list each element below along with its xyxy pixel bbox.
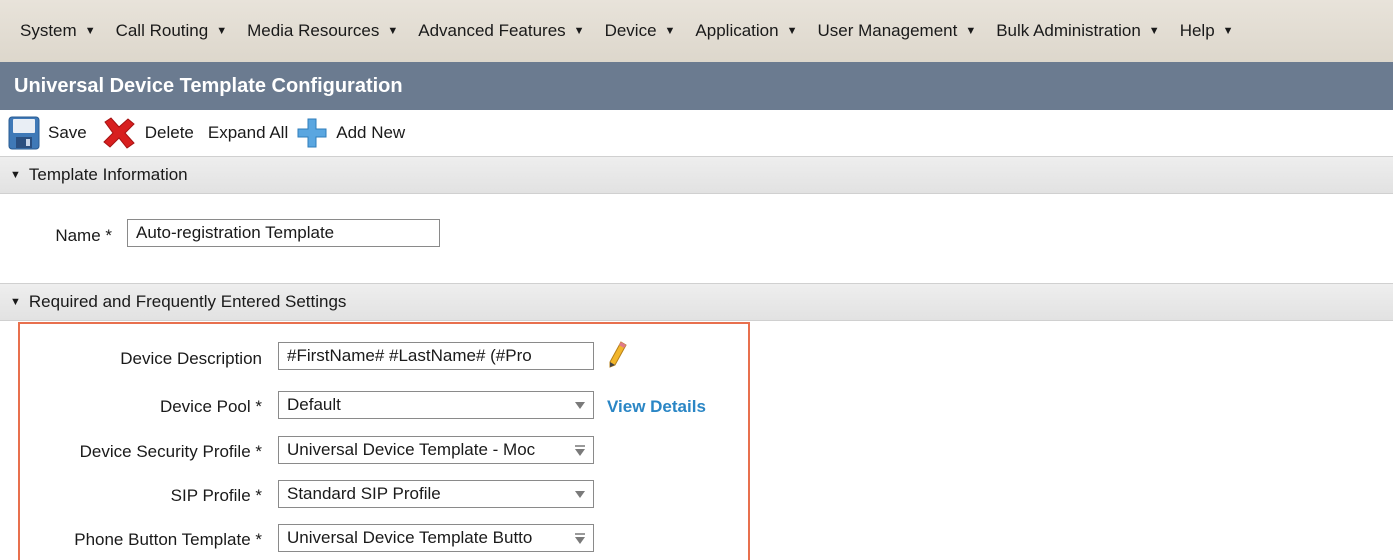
caret-down-icon: ▼	[84, 25, 96, 37]
sip-profile-select[interactable]: Standard SIP Profile	[278, 480, 594, 508]
device-pool-label: Device Pool *	[159, 397, 262, 416]
plus-icon	[297, 118, 327, 148]
dropdown-arrow-icon	[575, 533, 585, 544]
caret-down-icon: ▼	[664, 25, 676, 37]
menu-application[interactable]: Application ▼	[685, 0, 807, 62]
menu-label: User Management	[817, 21, 958, 40]
section-template-information[interactable]: ▼ Template Information	[0, 156, 1393, 194]
sip-profile-label: SIP Profile *	[170, 486, 262, 505]
save-button[interactable]: Save	[0, 116, 87, 150]
menu-label: Call Routing	[115, 21, 209, 40]
device-pool-value: Default	[287, 395, 341, 414]
device-security-profile-select[interactable]: Universal Device Template - Moc	[278, 436, 594, 464]
phone-button-template-label: Phone Button Template *	[74, 530, 262, 549]
expand-all-button[interactable]: Expand All	[208, 123, 288, 143]
top-menu-bar: System ▼ Call Routing ▼ Media Resources ▼ A…	[0, 0, 1393, 63]
menu-label: System	[20, 21, 77, 40]
menu-user-management[interactable]: User Management ▼	[807, 0, 986, 62]
menu-label: Application	[695, 21, 779, 40]
page-title: Universal Device Template Configuration	[14, 74, 403, 97]
delete-x-icon	[103, 117, 135, 149]
section-required-settings[interactable]: ▼ Required and Frequently Entered Settin…	[0, 283, 1393, 321]
dropdown-arrow-icon	[575, 402, 585, 409]
caret-down-icon: ▼	[786, 25, 798, 37]
section-title: Required and Frequently Entered Settings	[28, 292, 347, 311]
add-new-button[interactable]: Add New	[296, 117, 405, 149]
expand-all-label: Expand All	[207, 123, 289, 142]
menu-media-resources[interactable]: Media Resources ▼	[237, 0, 408, 62]
device-pool-select[interactable]: Default	[278, 391, 594, 419]
caret-down-icon: ▼	[10, 296, 21, 308]
name-label: Name *	[55, 226, 112, 245]
device-description-input[interactable]	[278, 342, 594, 370]
menu-label: Help	[1179, 21, 1215, 40]
caret-down-icon: ▼	[1148, 25, 1160, 37]
menu-system[interactable]: System ▼	[0, 0, 106, 62]
delete-label: Delete	[144, 123, 194, 142]
menu-label: Device	[604, 21, 657, 40]
device-description-label: Device Description	[120, 349, 262, 368]
menu-device[interactable]: Device ▼	[595, 0, 686, 62]
pencil-icon[interactable]	[606, 340, 628, 370]
sip-profile-value: Standard SIP Profile	[287, 484, 441, 503]
menu-label: Bulk Administration	[996, 21, 1141, 40]
phone-button-template-select[interactable]: Universal Device Template Butto	[278, 524, 594, 552]
menu-help[interactable]: Help ▼	[1170, 0, 1244, 62]
menu-label: Media Resources	[247, 21, 380, 40]
device-security-profile-label: Device Security Profile *	[79, 442, 262, 461]
save-icon	[8, 116, 40, 150]
caret-down-icon: ▼	[10, 169, 21, 181]
page-title-bar: Universal Device Template Configuration	[0, 62, 1393, 110]
view-details-link[interactable]: View Details	[607, 397, 706, 417]
section-title: Template Information	[28, 165, 188, 184]
menu-bulk-administration[interactable]: Bulk Administration ▼	[986, 0, 1169, 62]
name-input[interactable]	[127, 219, 440, 247]
toolbar: Save Delete Expand All Add New	[0, 110, 1393, 156]
device-security-profile-value: Universal Device Template - Moc	[287, 440, 536, 459]
caret-down-icon: ▼	[573, 25, 585, 37]
dropdown-arrow-icon	[575, 445, 585, 456]
caret-down-icon: ▼	[965, 25, 977, 37]
caret-down-icon: ▼	[1222, 25, 1234, 37]
menu-label: Advanced Features	[418, 21, 566, 40]
phone-button-template-value: Universal Device Template Butto	[287, 528, 533, 547]
caret-down-icon: ▼	[216, 25, 228, 37]
menu-advanced-features[interactable]: Advanced Features ▼	[408, 0, 594, 62]
dropdown-arrow-icon	[575, 491, 585, 498]
delete-button[interactable]: Delete	[101, 116, 194, 150]
menu-call-routing[interactable]: Call Routing ▼	[106, 0, 238, 62]
add-new-label: Add New	[336, 123, 406, 142]
caret-down-icon: ▼	[387, 25, 399, 37]
save-label: Save	[48, 123, 87, 142]
